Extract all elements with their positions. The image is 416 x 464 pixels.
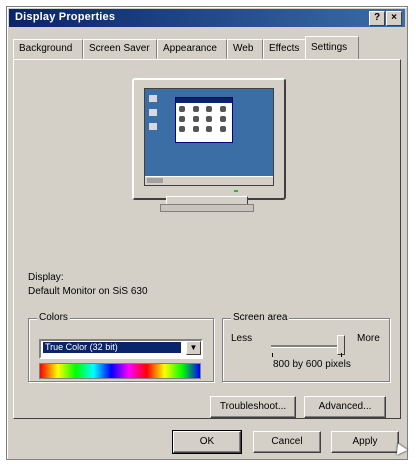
cancel-button[interactable]: Cancel — [253, 431, 321, 453]
preview-taskbar — [145, 176, 273, 185]
preview-icon — [179, 106, 185, 112]
preview-icon — [192, 116, 199, 122]
preview-icon — [179, 116, 185, 122]
preview-window-icons — [176, 103, 232, 135]
screen-area-slider-thumb[interactable] — [337, 335, 345, 355]
help-button[interactable]: ? — [369, 11, 385, 26]
troubleshoot-button[interactable]: Troubleshoot... — [210, 396, 296, 418]
preview-window — [175, 97, 233, 143]
monitor-preview-icon — [132, 78, 286, 212]
settings-panel: Display: Default Monitor on SiS 630 Colo… — [13, 59, 401, 419]
tab-background[interactable]: Background — [13, 39, 83, 59]
tab-effects[interactable]: Effects — [263, 39, 311, 59]
less-label: Less — [231, 333, 253, 344]
preview-icon — [206, 106, 212, 112]
resolution-label: 800 by 600 pixels — [273, 359, 351, 370]
advanced-button[interactable]: Advanced... — [304, 396, 386, 418]
colors-group-label: Colors — [37, 312, 70, 323]
tab-appearance[interactable]: Appearance — [157, 39, 227, 59]
monitor-screen — [144, 88, 274, 186]
preview-icon — [219, 116, 226, 122]
window-title: Display Properties — [15, 11, 116, 23]
desktop-icon — [149, 109, 157, 116]
color-spectrum-bar — [39, 363, 201, 379]
close-button[interactable]: × — [386, 11, 402, 26]
preview-icon — [219, 126, 226, 132]
preview-icon — [179, 126, 185, 132]
preview-icon — [206, 116, 212, 122]
display-label: Display: — [28, 272, 64, 283]
chevron-down-icon[interactable]: ▼ — [186, 341, 201, 355]
ok-button[interactable]: OK — [172, 430, 242, 454]
more-label: More — [357, 333, 380, 344]
display-device-name: Default Monitor on SiS 630 — [28, 286, 148, 297]
colors-selected-value: True Color (32 bit) — [43, 342, 181, 353]
title-bar[interactable]: Display Properties ? × — [9, 9, 405, 27]
tab-settings[interactable]: Settings — [305, 36, 359, 59]
colors-dropdown[interactable]: True Color (32 bit) ▼ — [39, 339, 203, 359]
tab-screen-saver[interactable]: Screen Saver — [83, 39, 157, 59]
monitor-stand — [160, 204, 254, 212]
preview-icon — [219, 106, 226, 112]
preview-icon — [206, 126, 212, 132]
power-led — [234, 190, 238, 192]
colors-group: Colors True Color (32 bit) ▼ — [28, 312, 214, 382]
screen-area-group-label: Screen area — [231, 312, 290, 323]
desktop-icon — [149, 123, 157, 130]
preview-icon — [192, 106, 199, 112]
slider-tick — [341, 353, 342, 357]
monitor-frame — [132, 78, 286, 200]
preview-start-button — [147, 178, 163, 183]
display-properties-dialog: Display Properties ? × Background Screen… — [6, 6, 408, 460]
tab-web[interactable]: Web — [227, 39, 263, 59]
slider-tick — [272, 353, 273, 357]
screen-area-slider-track[interactable] — [271, 345, 343, 348]
apply-button[interactable]: Apply — [331, 431, 399, 453]
screen-area-group: Screen area Less More 800 by 600 pixels — [222, 312, 390, 382]
preview-icon — [192, 126, 199, 132]
desktop-icon — [149, 95, 157, 102]
